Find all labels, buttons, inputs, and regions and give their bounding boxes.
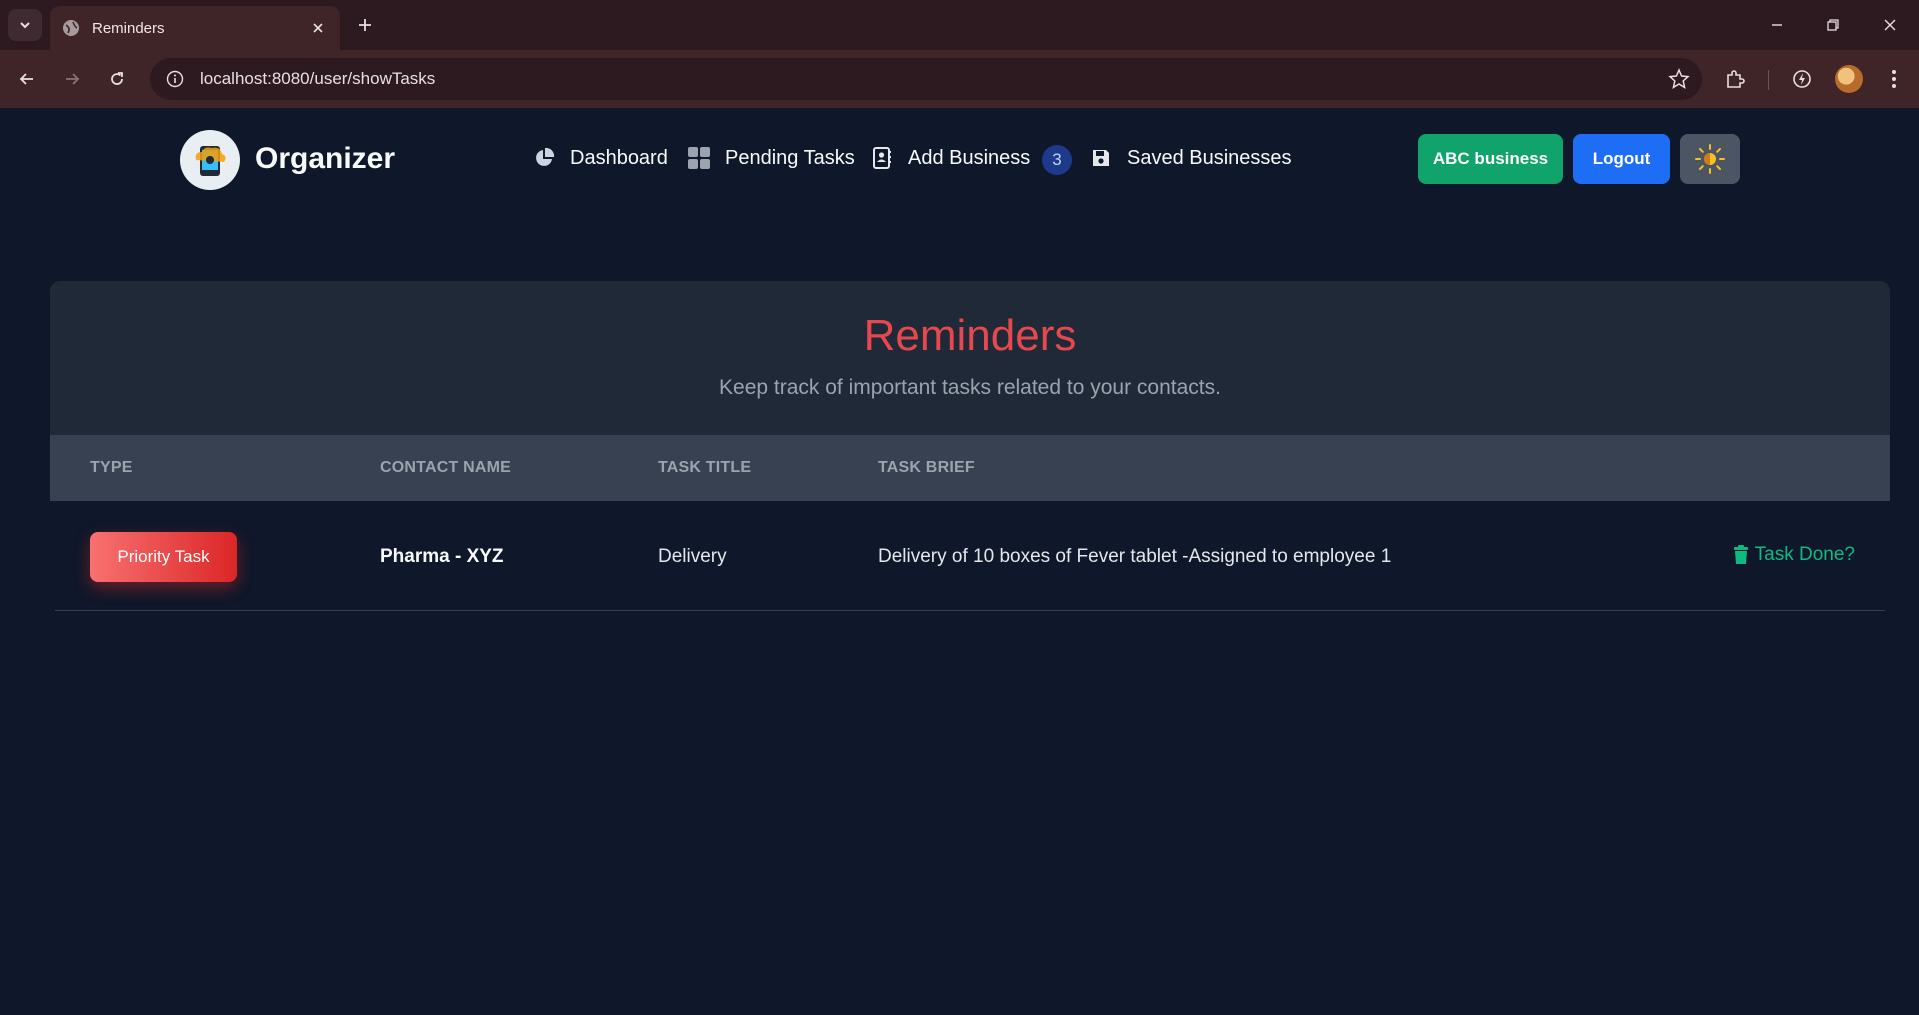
- puzzle-icon: [1727, 70, 1745, 88]
- reload-icon: [111, 72, 123, 85]
- page-subtitle: Keep track of important tasks related to…: [719, 376, 1221, 399]
- nav-saved-businesses[interactable]: Saved Businesses: [1089, 146, 1292, 170]
- tab-search-button[interactable]: [8, 9, 42, 41]
- arrow-left-icon: [19, 73, 33, 85]
- address-book-icon: [870, 146, 894, 170]
- nav-saved-businesses-label: Saved Businesses: [1127, 146, 1292, 169]
- organizer-logo-icon: [195, 146, 226, 176]
- app-logo[interactable]: [180, 130, 240, 190]
- page-title: Reminders: [863, 311, 1077, 360]
- close-icon: [1884, 19, 1896, 31]
- close-window-button[interactable]: [1875, 10, 1905, 40]
- site-info-icon[interactable]: [164, 68, 186, 90]
- plus-icon: [359, 19, 371, 31]
- business-button[interactable]: ABC business: [1418, 134, 1563, 184]
- nav-pending-tasks-label: Pending Tasks: [725, 146, 855, 169]
- performance-button[interactable]: [1788, 65, 1816, 93]
- brand-name[interactable]: Organizer: [255, 142, 395, 176]
- notification-badge: 3: [1042, 145, 1072, 175]
- restore-icon: [1827, 19, 1839, 31]
- table-header: TYPE CONTACT NAME TASK TITLE TASK BRIEF: [50, 435, 1890, 501]
- minimize-button[interactable]: [1762, 10, 1792, 40]
- browser-tab-bar: Reminders: [0, 0, 1919, 50]
- nav-add-business[interactable]: Add Business: [870, 146, 1030, 170]
- close-tab-icon[interactable]: [308, 18, 328, 38]
- task-brief-cell: Delivery of 10 boxes of Fever tablet -As…: [878, 546, 1392, 567]
- sun-icon: [1695, 144, 1725, 174]
- grid-icon: [687, 146, 711, 170]
- app-navbar: Organizer Dashboard Pending Tasks Add Bu…: [0, 108, 1919, 208]
- card-header: Reminders Keep track of important tasks …: [50, 281, 1890, 435]
- browser-toolbar: localhost:8080/user/showTasks: [0, 50, 1919, 108]
- chevron-down-icon: [20, 22, 30, 29]
- reminders-card: Reminders Keep track of important tasks …: [50, 281, 1890, 611]
- task-title-cell: Delivery: [658, 546, 727, 567]
- browser-menu-button[interactable]: [1880, 65, 1908, 93]
- nav-pending-tasks[interactable]: Pending Tasks: [687, 146, 855, 170]
- browser-tab[interactable]: Reminders: [50, 6, 340, 50]
- arrow-right-icon: [66, 73, 80, 85]
- column-header-task-title: TASK TITLE: [658, 459, 752, 476]
- kebab-menu-icon: [1892, 70, 1896, 88]
- tab-title: Reminders: [92, 19, 165, 37]
- nav-dashboard-label: Dashboard: [570, 146, 668, 169]
- restore-button[interactable]: [1818, 10, 1848, 40]
- table-row: Priority Task Pharma - XYZ Delivery Deli…: [55, 501, 1885, 611]
- extensions-button[interactable]: [1721, 65, 1749, 93]
- logout-button[interactable]: Logout: [1573, 134, 1670, 184]
- column-header-type: TYPE: [90, 459, 133, 476]
- task-done-label: Task Done?: [1754, 544, 1855, 565]
- task-done-button[interactable]: Task Done?: [1733, 544, 1855, 566]
- reload-button[interactable]: [102, 64, 132, 94]
- pie-chart-icon: [532, 146, 556, 170]
- theme-toggle-button[interactable]: [1680, 134, 1740, 184]
- address-bar[interactable]: localhost:8080/user/showTasks: [150, 58, 1702, 100]
- globe-icon: [63, 20, 79, 36]
- profile-avatar[interactable]: [1835, 65, 1863, 93]
- nav-dashboard[interactable]: Dashboard: [532, 146, 668, 170]
- nav-add-business-label: Add Business: [908, 146, 1031, 169]
- priority-task-button[interactable]: Priority Task: [90, 532, 237, 582]
- bookmark-star-icon[interactable]: [1668, 68, 1690, 90]
- floppy-disk-icon: [1089, 146, 1113, 170]
- toolbar-separator: [1768, 70, 1769, 90]
- new-tab-button[interactable]: [352, 12, 378, 38]
- speed-icon: [1793, 70, 1811, 88]
- column-header-contact-name: CONTACT NAME: [380, 459, 511, 476]
- url-text[interactable]: localhost:8080/user/showTasks: [200, 69, 435, 89]
- trash-icon: [1733, 545, 1748, 564]
- contact-name-cell: Pharma - XYZ: [380, 546, 504, 567]
- column-header-task-brief: TASK BRIEF: [878, 459, 975, 476]
- back-button[interactable]: [12, 64, 42, 94]
- minimize-icon: [1772, 24, 1782, 26]
- forward-button[interactable]: [57, 64, 87, 94]
